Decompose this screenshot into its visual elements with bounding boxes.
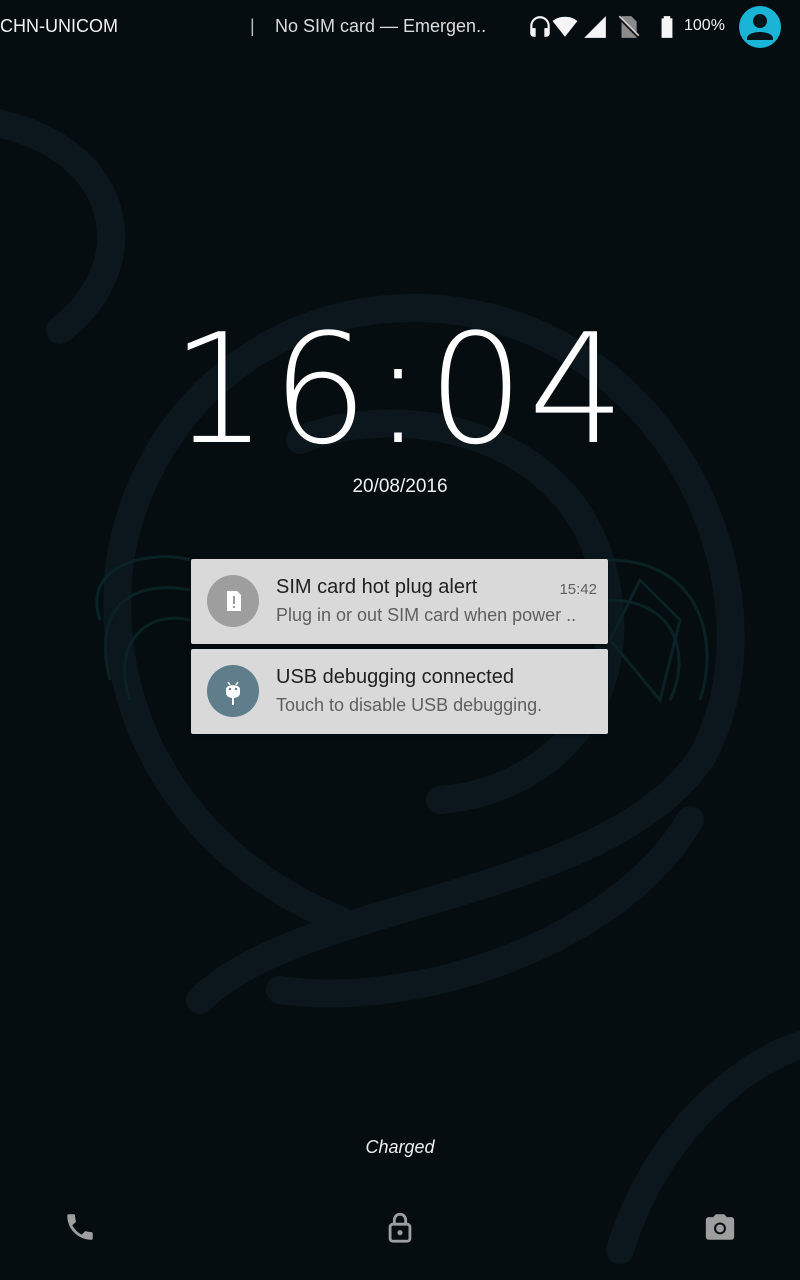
notification-text: Plug in or out SIM card when power .. [276,605,577,625]
headset-icon [530,16,550,37]
lockscreen-clock: 16:04 [170,301,630,478]
status-bar[interactable]: CHN-UNICOM | No SIM card — Emergen.. 100… [0,0,800,56]
sim-status-text: No SIM card — Emergen.. [275,16,487,36]
notification-time: 15:42 [559,581,597,598]
lockscreen-date: 20/08/2016 [352,476,448,497]
sim-alert-icon [207,575,259,627]
notification-title: SIM card hot plug alert [276,576,478,598]
battery-icon [661,16,673,38]
wifi-icon [552,16,578,37]
notification-usb-debugging[interactable]: USB debugging connected Touch to disable… [191,649,608,734]
user-avatar-icon[interactable] [738,5,782,49]
notification-title: USB debugging connected [276,666,514,688]
status-separator: | [250,16,255,36]
carrier-name: CHN-UNICOM [0,16,118,36]
notification-text: Touch to disable USB debugging. [276,695,543,715]
android-debug-icon [207,665,259,717]
battery-percent: 100% [684,17,725,34]
lock-icon[interactable] [383,1210,417,1244]
no-sim-icon [617,15,640,38]
cell-signal-icon [584,16,606,38]
phone-icon[interactable] [63,1210,97,1244]
charging-status: Charged [365,1137,435,1157]
notification-sim-alert[interactable]: SIM card hot plug alert Plug in or out S… [191,559,608,644]
camera-icon[interactable] [703,1210,737,1244]
